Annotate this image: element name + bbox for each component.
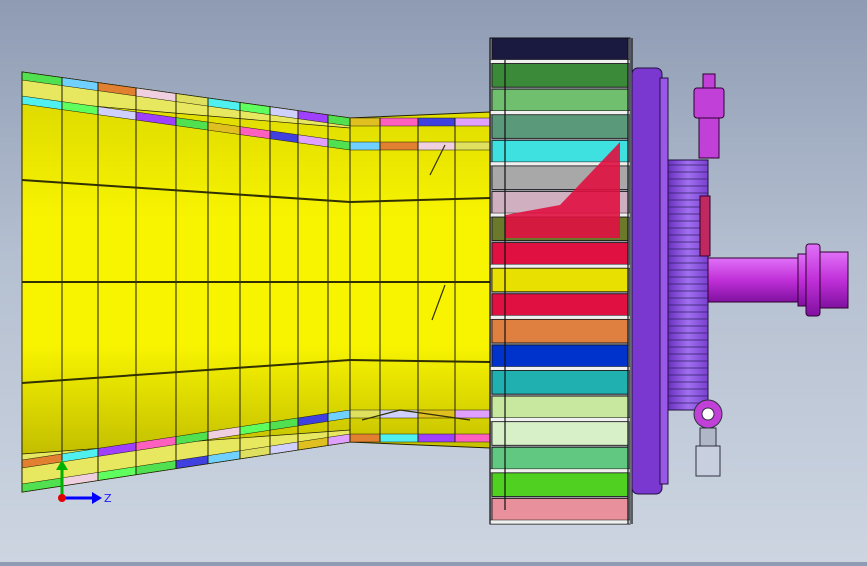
model-canvas[interactable]: Z [0,0,867,562]
exhaust-nozzle[interactable] [21,71,491,493]
lower-fitting[interactable] [693,399,723,477]
z-axis-label: Z [104,492,112,505]
fan-blade-stack[interactable] [489,37,633,525]
hub-disk[interactable] [631,67,709,495]
cad-viewport[interactable]: Z [0,0,867,562]
output-shaft[interactable] [707,243,849,317]
